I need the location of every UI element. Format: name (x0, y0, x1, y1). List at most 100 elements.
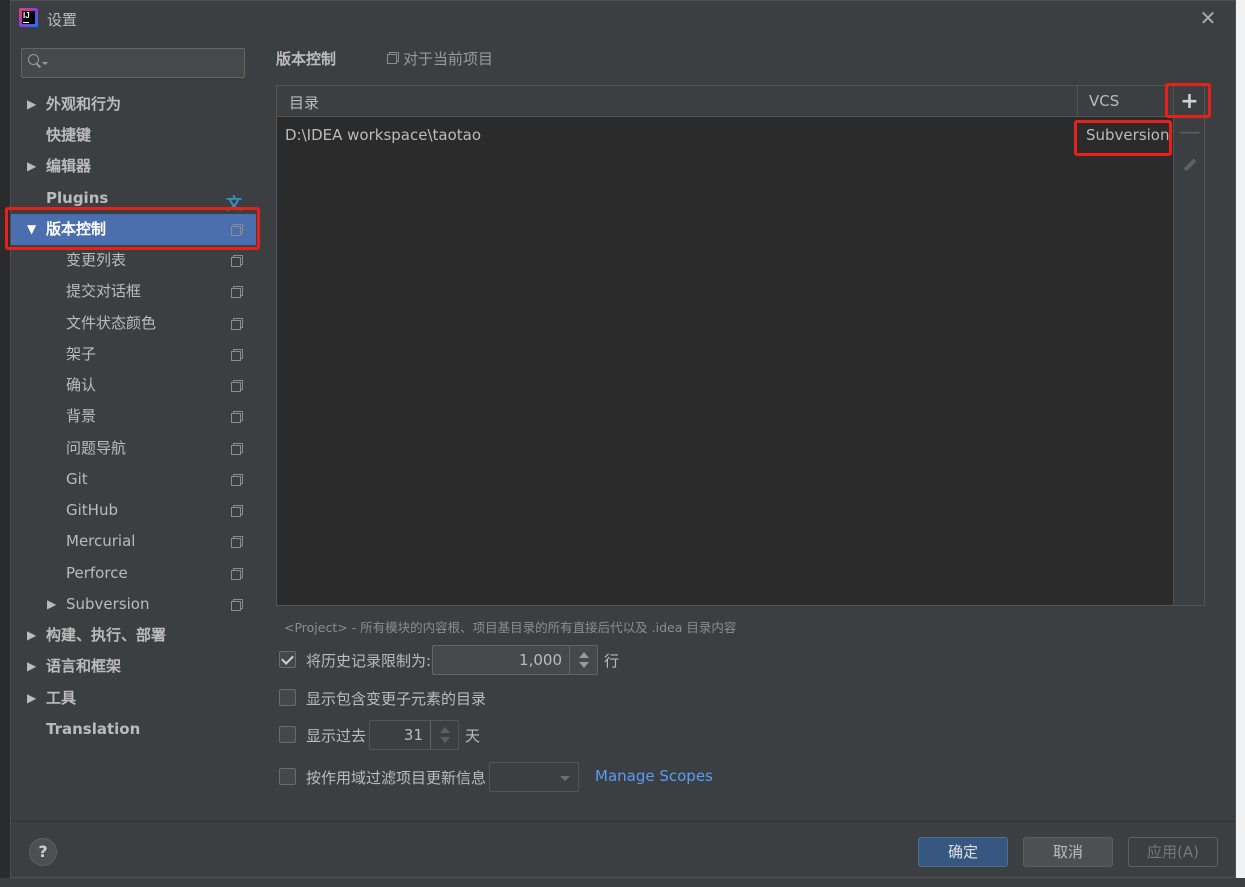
chevron-down-icon (560, 776, 570, 781)
project-scope-icon (231, 474, 243, 486)
remove-mapping-button[interactable]: — (1178, 122, 1201, 145)
limit-history-option: 将历史记录限制为: 1,000 行 (279, 645, 639, 675)
history-limit-unit: 行 (604, 652, 620, 670)
limit-history-checkbox[interactable] (279, 651, 296, 668)
sidebar-item-build[interactable]: ▶ 构建、执行、部署 (11, 620, 256, 651)
project-scope-icon (231, 505, 243, 517)
close-button[interactable]: ✕ (1197, 7, 1219, 29)
sidebar-item-mercurial[interactable]: Mercurial (11, 526, 256, 557)
mapping-vcs[interactable]: Subversion (1086, 126, 1170, 144)
sidebar-item-version-control[interactable]: ▼ 版本控制 (11, 214, 256, 245)
sidebar-item-background[interactable]: 背景 (11, 401, 256, 432)
search-icon (28, 54, 42, 68)
cancel-button[interactable]: 取消 (1023, 837, 1113, 867)
expand-arrow-icon[interactable]: ▶ (27, 151, 36, 182)
sidebar-item-shelf[interactable]: 架子 (11, 339, 256, 370)
decrement-icon[interactable] (440, 737, 450, 743)
project-scope-icon (231, 443, 243, 455)
intellij-app-icon: IJ (19, 8, 38, 27)
scope-label: 对于当前项目 (403, 50, 494, 68)
sidebar-item-commit-dialog[interactable]: 提交对话框 (11, 276, 256, 307)
expand-arrow-icon[interactable]: ▶ (47, 589, 56, 620)
background-ide-left (0, 0, 10, 887)
project-scope-icon (231, 255, 243, 267)
column-divider (1077, 86, 1078, 117)
spinner-arrows (430, 721, 458, 749)
sidebar-item-languages[interactable]: ▶ 语言和框架 (11, 651, 256, 682)
show-dirs-label: 显示包含变更子元素的目录 (306, 690, 487, 708)
sidebar-item-translation[interactable]: Translation (11, 714, 256, 745)
sidebar-item-changelists[interactable]: 变更列表 (11, 245, 256, 276)
manage-scopes-link[interactable]: Manage Scopes (595, 767, 713, 785)
directory-mappings-table: 目录 VCS D:\IDEA workspace\taotao Subversi… (276, 85, 1205, 606)
scope-select[interactable] (489, 762, 579, 792)
dialog-footer: ? 确定 取消 应用(A) (11, 821, 1235, 877)
project-scope-icon (231, 568, 243, 580)
sidebar-item-github[interactable]: GitHub (11, 495, 256, 526)
sidebar-item-perforce[interactable]: Perforce (11, 558, 256, 589)
project-scope-icon (231, 286, 243, 298)
expand-arrow-icon[interactable]: ▶ (27, 651, 36, 682)
expand-arrow-icon[interactable]: ▶ (27, 683, 36, 714)
sidebar-item-plugins[interactable]: Plugins 文 (11, 183, 256, 214)
apply-button[interactable]: 应用(A) (1128, 837, 1218, 867)
project-scope-icon (231, 411, 243, 423)
project-hint: <Project> - 所有模块的内容根、项目基目录的所有直接后代以及 .ide… (284, 620, 737, 635)
show-past-days-spinner[interactable]: 31 (369, 720, 459, 750)
edit-mapping-pencil-icon[interactable] (1178, 153, 1201, 176)
spinner-arrows (569, 646, 597, 674)
expand-arrow-icon[interactable]: ▶ (27, 620, 36, 651)
show-past-days-value: 31 (403, 726, 423, 744)
sidebar-item-subversion[interactable]: ▶ Subversion (11, 589, 256, 620)
dialog-title: 设置 (47, 11, 78, 29)
filter-scope-checkbox[interactable] (279, 768, 296, 785)
sidebar-item-git[interactable]: Git (11, 464, 256, 495)
project-scope-icon (231, 380, 243, 392)
increment-icon[interactable] (579, 652, 589, 658)
table-body[interactable]: D:\IDEA workspace\taotao Subversion (277, 117, 1173, 605)
show-dirs-checkbox[interactable] (279, 689, 296, 706)
background-ide-bottom (0, 878, 1245, 887)
settings-sidebar: ▶ 外观和行为 快捷键 ▶ 编辑器 Plugins 文 ▼ 版本控制 变更列表 … (11, 37, 256, 821)
show-past-option: 显示过去 31 天 (279, 720, 519, 750)
increment-icon[interactable] (440, 727, 450, 733)
collapse-arrow-icon[interactable]: ▼ (27, 214, 36, 245)
show-past-unit: 天 (465, 727, 481, 745)
limit-history-label: 将历史记录限制为: (306, 652, 432, 670)
project-scope-icon (231, 224, 243, 236)
project-scope-icon (231, 318, 243, 330)
project-scope-icon (231, 349, 243, 361)
sidebar-item-tools[interactable]: ▶ 工具 (11, 683, 256, 714)
table-header: 目录 VCS (277, 86, 1173, 117)
filter-scope-label: 按作用域过滤项目更新信息 (306, 769, 487, 787)
show-past-checkbox[interactable] (279, 726, 296, 743)
search-history-chevron-icon[interactable] (42, 62, 48, 65)
column-header-vcs[interactable]: VCS (1089, 92, 1119, 110)
sidebar-item-issue-navigation[interactable]: 问题导航 (11, 433, 256, 464)
table-toolbar: + — (1173, 86, 1204, 605)
project-scope-icon (231, 599, 243, 611)
project-scope-icon (387, 52, 399, 64)
history-limit-value: 1,000 (519, 651, 562, 669)
show-dirs-option: 显示包含变更子元素的目录 (279, 683, 539, 713)
page-title: 版本控制 (276, 50, 337, 68)
show-past-label: 显示过去 (306, 727, 367, 745)
add-mapping-button[interactable]: + (1178, 91, 1201, 114)
settings-dialog: IJ 设置 ✕ ▶ 外观和行为 快捷键 ▶ 编辑器 Plugins 文 ▼ 版本… (5, 0, 1236, 878)
decrement-icon[interactable] (579, 662, 589, 668)
project-scope-icon (231, 536, 243, 548)
help-button[interactable]: ? (29, 838, 57, 866)
column-header-directory[interactable]: 目录 (289, 92, 319, 113)
search-input[interactable] (21, 48, 245, 78)
sidebar-item-keymap[interactable]: 快捷键 (11, 120, 256, 151)
background-ide-right (1236, 0, 1245, 887)
sidebar-item-file-status-colors[interactable]: 文件状态颜色 (11, 308, 256, 339)
sidebar-item-appearance[interactable]: ▶ 外观和行为 (11, 89, 256, 120)
mapping-directory[interactable]: D:\IDEA workspace\taotao (285, 126, 481, 144)
sidebar-item-editor[interactable]: ▶ 编辑器 (11, 151, 256, 182)
sidebar-item-confirmation[interactable]: 确认 (11, 370, 256, 401)
ok-button[interactable]: 确定 (918, 837, 1008, 867)
expand-arrow-icon[interactable]: ▶ (27, 89, 36, 120)
filter-scope-option: 按作用域过滤项目更新信息 Manage Scopes (279, 762, 739, 792)
history-limit-spinner[interactable]: 1,000 (432, 645, 598, 675)
